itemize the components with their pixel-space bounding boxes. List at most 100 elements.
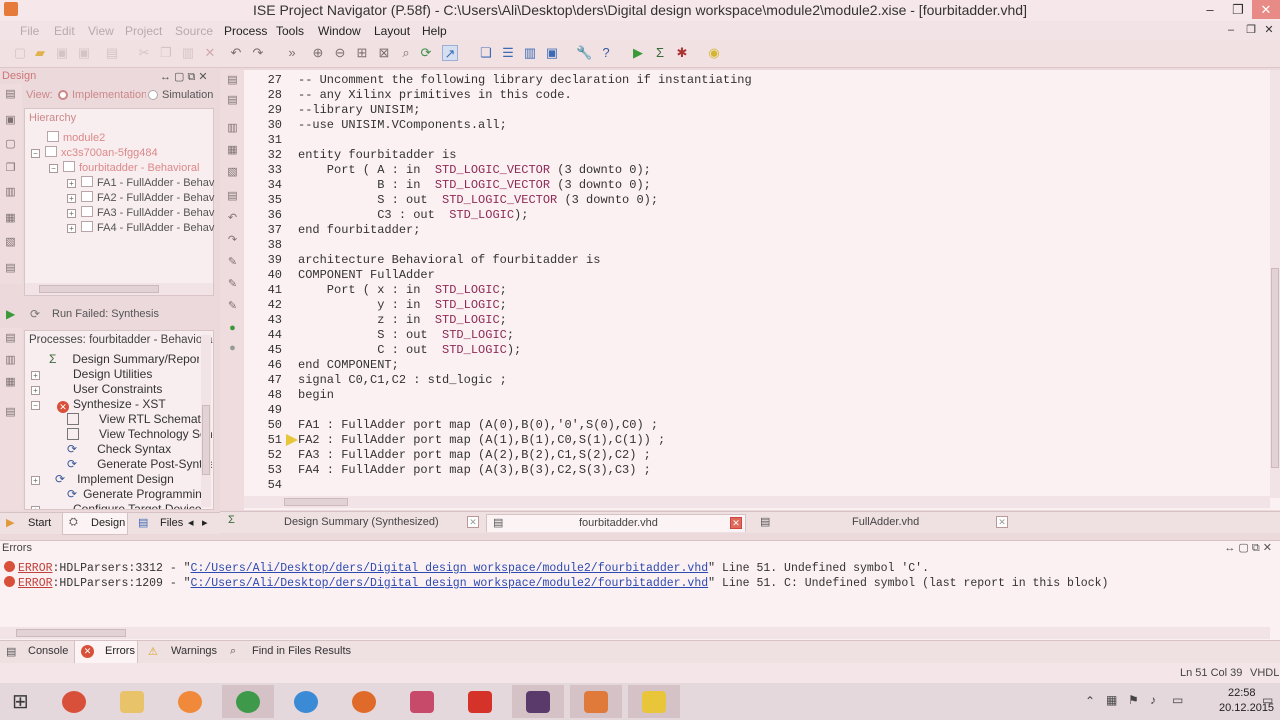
side-view-icon[interactable]: ▧: [4, 236, 17, 249]
taskbar-app-firefox-orange[interactable]: [164, 685, 216, 718]
taskbar-app-explorer[interactable]: [106, 685, 158, 718]
close-tab-icon[interactable]: ✕: [996, 516, 1008, 528]
process-design-utilities[interactable]: + Design Utilities: [31, 367, 152, 381]
tab-start[interactable]: Start: [28, 517, 51, 529]
error-row-1[interactable]: ERROR:HDLParsers:3312 - "C:/Users/Ali/De…: [4, 561, 929, 575]
tree-item-fa2[interactable]: + FA2 - FullAdder - Behavioral: [67, 191, 215, 204]
close-button[interactable]: ✕: [1252, 0, 1280, 19]
tab-errors[interactable]: ✕ Errors: [74, 641, 138, 664]
zoom-fit-icon[interactable]: ⊞: [354, 45, 370, 61]
process-design-summary[interactable]: Σ Design Summary/Reports: [49, 352, 199, 366]
save-icon[interactable]: ▣: [54, 45, 70, 61]
code-line[interactable]: C : out STD_LOGIC);: [298, 343, 521, 357]
copy-icon[interactable]: ❐: [158, 45, 174, 61]
side-list-icon[interactable]: ▤: [4, 262, 17, 275]
inner-minimize-button[interactable]: –: [1222, 21, 1240, 40]
code-line[interactable]: z : in STD_LOGIC;: [298, 313, 507, 327]
editor-vscroll[interactable]: [1270, 70, 1280, 498]
error-row-2[interactable]: ERROR:HDLParsers:1209 - "C:/Users/Ali/De…: [4, 576, 1108, 590]
code-line[interactable]: signal C0,C1,C2 : std_logic ;: [298, 373, 507, 387]
code-editor[interactable]: 27 -- Uncomment the following library dec…: [244, 70, 1280, 510]
new-file-icon[interactable]: ▢: [12, 45, 28, 61]
editor-tool-2-icon[interactable]: ▤: [226, 94, 239, 107]
code-line[interactable]: -- Uncomment the following library decla…: [298, 73, 752, 87]
process-configure-target[interactable]: + Configure Target Device: [31, 502, 211, 509]
code-line[interactable]: --use UNISIM.VComponents.all;: [298, 118, 507, 132]
side-props-icon[interactable]: ▦: [4, 212, 17, 225]
zoom-out-icon[interactable]: ⊖: [332, 45, 348, 61]
hierarchy-hscroll[interactable]: [25, 283, 213, 295]
code-line[interactable]: S : out STD_LOGIC;: [298, 328, 514, 342]
tree-item-top-module[interactable]: − fourbitadder - Behavioral: [49, 161, 215, 174]
editor-go-icon[interactable]: ●: [226, 322, 239, 335]
editor-tool-11-icon[interactable]: ✎: [226, 300, 239, 313]
expand-icon[interactable]: +: [67, 224, 76, 233]
taskbar-app-tool[interactable]: [570, 685, 622, 718]
side-process-icon-4[interactable]: ▤: [4, 406, 17, 419]
refresh-icon[interactable]: ⟳: [30, 307, 40, 321]
cut-icon[interactable]: ✂: [136, 45, 152, 61]
code-line[interactable]: FA2 : FullAdder port map (A(1),B(1),C0,S…: [298, 433, 665, 447]
scroll-thumb[interactable]: [16, 629, 126, 637]
code-line[interactable]: Port ( A : in STD_LOGIC_VECTOR (3 downto…: [298, 163, 651, 177]
taskbar-app-power[interactable]: [48, 685, 100, 718]
menu-window[interactable]: Window: [318, 24, 361, 38]
context-help-icon[interactable]: ?: [598, 45, 614, 61]
errors-hscroll[interactable]: [0, 627, 1270, 639]
code-line[interactable]: S : out STD_LOGIC_VECTOR (3 downto 0);: [298, 193, 658, 207]
tab-files[interactable]: Files: [160, 517, 183, 529]
open-folder-icon[interactable]: ▰: [32, 45, 48, 61]
print-icon[interactable]: ▤: [104, 45, 120, 61]
expand-icon[interactable]: +: [31, 476, 40, 485]
tray-flag-icon[interactable]: ⚑: [1128, 693, 1139, 707]
tab-fourbitadder[interactable]: ▤ fourbitadder.vhd ✕: [486, 514, 746, 532]
menu-file[interactable]: File: [20, 24, 39, 38]
tile-horizontal-icon[interactable]: ☰: [500, 45, 516, 61]
save-all-icon[interactable]: ▣: [76, 45, 92, 61]
error-keyword[interactable]: ERROR: [18, 577, 53, 590]
editor-tool-5-icon[interactable]: ▧: [226, 166, 239, 179]
side-process-icon-1[interactable]: ▤: [4, 332, 17, 345]
editor-tool-8-icon[interactable]: ↷: [226, 234, 239, 247]
code-line[interactable]: C3 : out STD_LOGIC);: [298, 208, 528, 222]
editor-tool-9-icon[interactable]: ✎: [226, 256, 239, 269]
expand-icon[interactable]: +: [67, 209, 76, 218]
view-option-simulation[interactable]: Simulation: [162, 89, 214, 101]
code-line[interactable]: B : in STD_LOGIC_VECTOR (3 downto 0);: [298, 178, 651, 192]
undo-icon[interactable]: ↶: [228, 45, 244, 61]
collapse-icon[interactable]: −: [31, 149, 40, 158]
taskbar-app-firefox[interactable]: [338, 685, 390, 718]
process-generate-programming[interactable]: ⟳ Generate Programming File: [67, 487, 212, 501]
zoom-select-icon[interactable]: ⌕: [398, 45, 414, 61]
menu-tools[interactable]: Tools: [276, 24, 304, 38]
scroll-thumb[interactable]: [39, 285, 159, 293]
float-window-icon[interactable]: ▣: [544, 45, 560, 61]
expand-icon[interactable]: +: [31, 371, 40, 380]
inner-restore-button[interactable]: ❐: [1242, 21, 1260, 40]
tab-console[interactable]: Console: [28, 645, 68, 657]
tree-item-fa4[interactable]: + FA4 - FullAdder - Behavioral: [67, 221, 215, 234]
code-line[interactable]: FA4 : FullAdder port map (A(3),B(3),C2,S…: [298, 463, 651, 477]
taskbar-app-chrome[interactable]: [222, 685, 274, 718]
menu-help[interactable]: Help: [422, 24, 447, 38]
side-copy-icon[interactable]: ❐: [4, 162, 17, 175]
minimize-button[interactable]: –: [1196, 0, 1224, 19]
panel-controls[interactable]: ↔ ▢ ⧉ ✕: [1224, 541, 1272, 555]
tray-keyboard-icon[interactable]: ▭: [1172, 693, 1183, 707]
taskbar-app-acrobat[interactable]: [454, 685, 506, 718]
collapse-icon[interactable]: −: [31, 401, 40, 410]
collapse-icon[interactable]: −: [49, 164, 58, 173]
tray-network-icon[interactable]: ▦: [1106, 693, 1117, 707]
editor-tool-6-icon[interactable]: ▤: [226, 190, 239, 203]
run-icon[interactable]: ▶: [630, 45, 646, 61]
panel-controls[interactable]: ↔ ▢ ⧉ ✕: [160, 70, 208, 84]
cascade-icon[interactable]: ❏: [478, 45, 494, 61]
code-line[interactable]: end COMPONENT;: [298, 358, 399, 372]
tree-item-fa3[interactable]: + FA3 - FullAdder - Behavioral: [67, 206, 215, 219]
tab-warnings[interactable]: Warnings: [171, 645, 217, 657]
radio-simulation[interactable]: [148, 90, 158, 100]
process-view-rtl[interactable]: View RTL Schematic: [67, 412, 212, 426]
menu-project[interactable]: Project: [125, 24, 162, 38]
process-user-constraints[interactable]: + User Constraints: [31, 382, 162, 396]
side-process-icon-2[interactable]: ▥: [4, 354, 17, 367]
